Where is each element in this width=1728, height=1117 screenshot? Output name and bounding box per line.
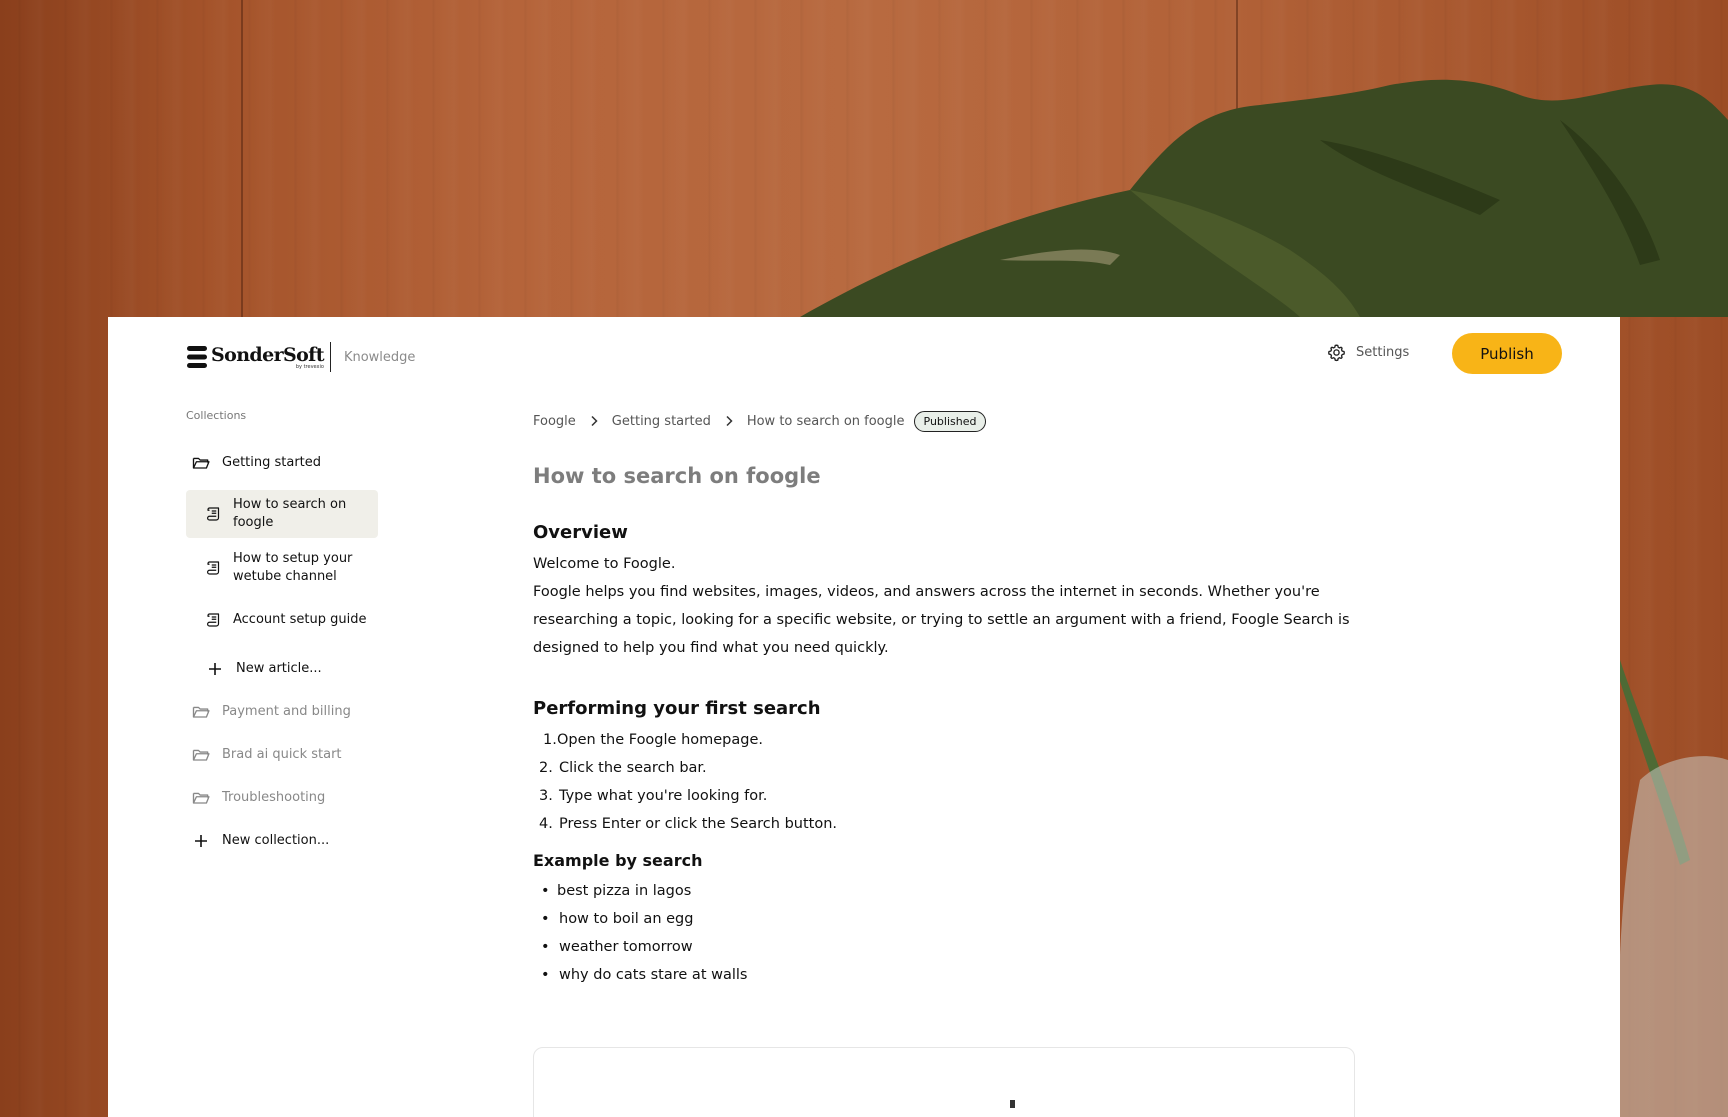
- steps-list: 1. Open the Foogle homepage. 2. Click the …: [533, 726, 1363, 838]
- breadcrumb-item[interactable]: Getting started: [612, 414, 711, 429]
- collection-label: Getting started: [222, 455, 322, 470]
- collection-getting-started[interactable]: Getting started: [186, 441, 386, 484]
- folder-open-icon: [192, 792, 210, 804]
- scroll-document-icon: [207, 612, 220, 627]
- plus-icon: [209, 662, 221, 675]
- article-label: How to setup your wetube channel: [233, 551, 353, 584]
- overview-body: Foogle helps you find websites, images, …: [533, 584, 1350, 656]
- folder-open-icon: [192, 706, 210, 718]
- knowledge-panel: SonderSoft by trevexio Knowledge Setting…: [108, 317, 1620, 1117]
- examples-heading: Example by search: [533, 851, 703, 870]
- list-item: • best pizza in lagos: [541, 883, 692, 899]
- gear-icon: [1328, 344, 1345, 362]
- plus-icon: [195, 834, 207, 847]
- settings-label: Settings: [1356, 345, 1410, 360]
- collections-sidebar: Collections Getting started How to searc…: [186, 409, 386, 862]
- collection-brad-ai[interactable]: Brad ai quick start: [186, 733, 386, 776]
- examples-list: • best pizza in lagos • how to boil an egg…: [533, 877, 1363, 989]
- scroll-document-icon: [207, 507, 220, 521]
- new-article-button[interactable]: New article...: [186, 647, 386, 690]
- list-item: • weather tomorrow: [541, 939, 693, 955]
- list-item: 4. Press Enter or click the Search button…: [539, 816, 838, 832]
- list-item: • how to boil an egg: [541, 911, 694, 927]
- publish-button[interactable]: Publish: [1452, 333, 1562, 374]
- brand-divider: [329, 342, 331, 372]
- settings-button[interactable]: Settings: [1327, 343, 1409, 362]
- list-item: 1. Open the Foogle homepage.: [543, 732, 764, 748]
- article-item-account-setup[interactable]: Account setup guide: [186, 598, 378, 641]
- brand-name: SonderSoft: [211, 343, 325, 366]
- new-article-label: New article...: [236, 661, 322, 676]
- list-item: • why do cats stare at walls: [541, 967, 748, 983]
- collection-payment-billing[interactable]: Payment and billing: [186, 690, 386, 733]
- breadcrumb: Foogle Getting started How to search on …: [533, 409, 1363, 433]
- chevron-right-icon: [591, 415, 598, 427]
- overview-heading: Overview: [533, 522, 628, 543]
- breadcrumb-item[interactable]: Foogle: [533, 414, 576, 429]
- article-label: Account setup guide: [233, 611, 367, 627]
- collection-label: Brad ai quick start: [222, 747, 342, 762]
- article-label: How to search on foogle: [233, 497, 347, 530]
- embed-card: [533, 1047, 1355, 1117]
- card-glyph: [1010, 1100, 1015, 1108]
- page-title[interactable]: How to search on foogle: [533, 464, 1363, 494]
- collection-troubleshooting[interactable]: Troubleshooting: [186, 776, 386, 819]
- collection-label: Troubleshooting: [222, 790, 326, 805]
- section-label: Knowledge: [343, 349, 416, 365]
- article-item-wetube-channel[interactable]: How to setup your wetube channel: [186, 544, 378, 592]
- brand-header: SonderSoft by trevexio Knowledge: [186, 342, 415, 372]
- new-collection-button[interactable]: New collection...: [186, 819, 386, 862]
- article-item-search-foogle[interactable]: How to search on foogle: [186, 490, 378, 538]
- status-badge: Published: [913, 410, 987, 432]
- chevron-right-icon: [726, 415, 733, 427]
- list-item: 2. Click the search bar.: [539, 760, 707, 776]
- first-search-heading: Performing your first search: [533, 698, 821, 719]
- list-item: 3. Type what you're looking for.: [539, 788, 768, 804]
- collection-label: Payment and billing: [222, 704, 351, 719]
- folder-open-icon: [192, 749, 210, 761]
- folder-open-icon: [192, 457, 210, 469]
- brand-tagline: by trevexio: [295, 363, 324, 370]
- new-collection-label: New collection...: [222, 833, 330, 848]
- breadcrumb-current: How to search on foogle: [746, 413, 905, 429]
- stacked-stripes-logo-icon: [187, 346, 207, 368]
- collections-caption: Collections: [186, 409, 247, 422]
- overview-intro: Welcome to Foogle.: [533, 556, 676, 572]
- brand-wordmark: SonderSoft by trevexio: [211, 343, 325, 370]
- scroll-document-icon: [207, 561, 220, 575]
- article-content: Foogle Getting started How to search on …: [533, 409, 1363, 1117]
